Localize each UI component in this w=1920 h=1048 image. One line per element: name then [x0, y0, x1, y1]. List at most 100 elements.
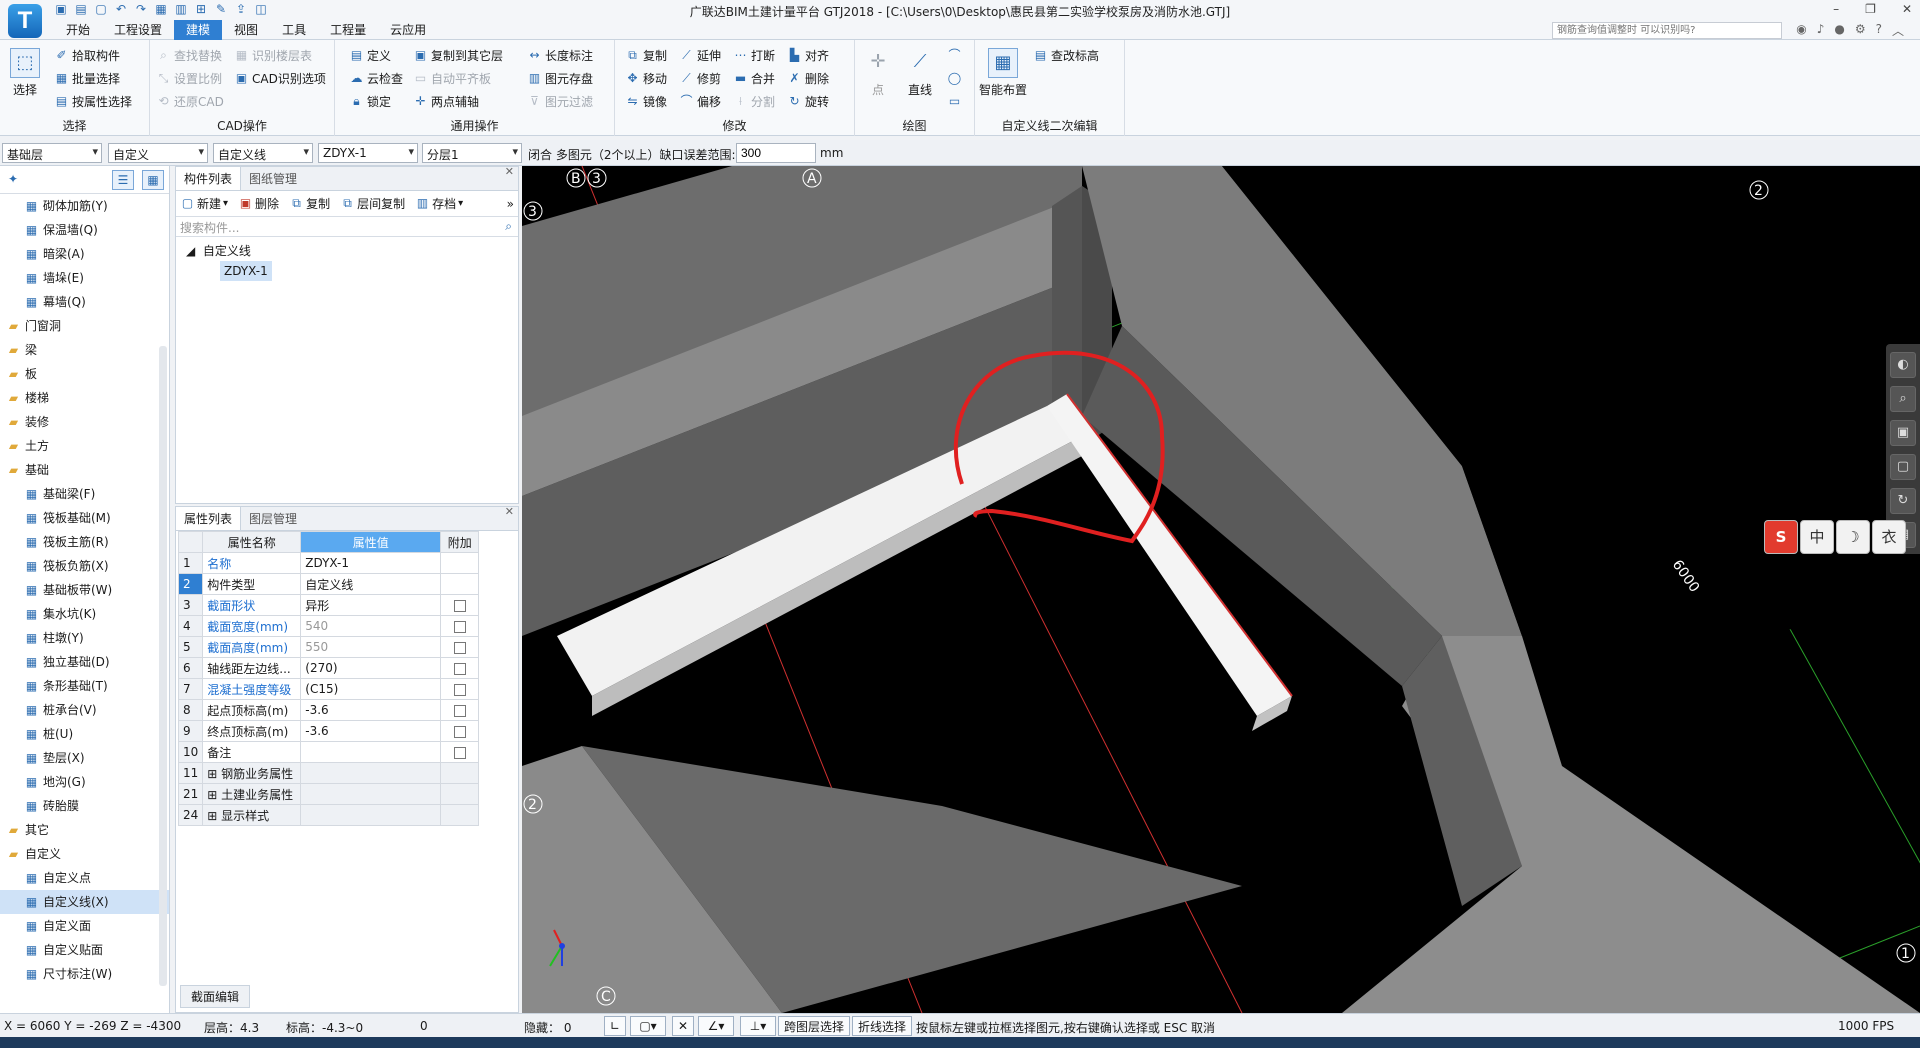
property-value[interactable]: [300, 762, 442, 784]
minimize-icon[interactable]: –: [1833, 2, 1839, 16]
ribbon-collapse-icon[interactable]: ︿: [1892, 22, 1904, 39]
tree-item[interactable]: ▦ 集水坑(K): [0, 602, 169, 626]
property-row[interactable]: 11 ⊞ 钢筋业务属性: [177, 762, 480, 784]
tree-item[interactable]: ▦ 条形基础(T): [0, 674, 169, 698]
offset-input-icon[interactable]: ⊥▾: [740, 1016, 776, 1036]
tab-tools[interactable]: 工具: [270, 20, 318, 40]
select-button[interactable]: ⬚ 选择: [10, 48, 40, 98]
property-row[interactable]: 3 截面形状 异形: [177, 594, 480, 616]
tree-item[interactable]: ▦ 柱墩(Y): [0, 626, 169, 650]
tree-category[interactable]: ▰ 楼梯: [0, 386, 169, 410]
tree-item[interactable]: ▦ 地沟(G): [0, 770, 169, 794]
section-edit-button[interactable]: 截面编辑: [180, 985, 251, 1008]
attach-cell[interactable]: [440, 657, 480, 679]
tree-scrollbar[interactable]: [159, 346, 167, 986]
property-row[interactable]: 21 ⊞ 土建业务属性: [177, 783, 480, 805]
tree-item[interactable]: ▦ 砖胎膜: [0, 794, 169, 818]
property-value[interactable]: -3.6: [300, 720, 442, 742]
copy-button[interactable]: ⧉ 复制: [625, 45, 667, 65]
tree-category[interactable]: ▰ 基础: [0, 458, 169, 482]
edit-elevation-button[interactable]: ▤ 查改标高: [1033, 45, 1099, 65]
attach-cell[interactable]: [440, 594, 480, 616]
batch-select-button[interactable]: ▦ 批量选择: [54, 68, 120, 88]
new-component-button[interactable]: ▢ 新建 ▾: [180, 195, 228, 212]
orbit-icon[interactable]: ◐: [1890, 352, 1916, 378]
tree-item[interactable]: ▦ 自定义贴面: [0, 938, 169, 962]
lock-button[interactable]: 🔒︎ 锁定: [349, 91, 391, 111]
property-value[interactable]: ZDYX-1: [300, 552, 442, 574]
snap-icon[interactable]: ▢▾: [630, 1016, 666, 1036]
pin-icon[interactable]: ✦: [8, 172, 18, 186]
tree-item[interactable]: ▦ 暗梁(A): [0, 242, 169, 266]
tree-item[interactable]: ▦ 自定义线(X): [0, 890, 169, 914]
tab-layer-management[interactable]: 图层管理: [241, 507, 305, 530]
property-row[interactable]: 7 混凝土强度等级 (C15): [177, 678, 480, 700]
moon-icon[interactable]: ☽: [1836, 520, 1870, 554]
close-icon[interactable]: ✕: [505, 165, 514, 178]
property-value[interactable]: 550: [300, 636, 442, 658]
circle-button[interactable]: ◯: [947, 68, 962, 88]
merge-button[interactable]: ▬ 合并: [733, 68, 775, 88]
attach-cell[interactable]: [440, 699, 480, 721]
property-row[interactable]: 6 轴线距左边线... (270): [177, 657, 480, 679]
attach-checkbox[interactable]: [453, 725, 466, 738]
restore-cad-button[interactable]: ⟲ 还原CAD: [156, 91, 223, 111]
archive-button[interactable]: ▥ 存档 ▾: [415, 195, 463, 212]
extend-button[interactable]: ⟋ 延伸: [679, 45, 721, 65]
length-dimension-button[interactable]: ↔ 长度标注: [527, 45, 593, 65]
tree-category[interactable]: ▰ 土方: [0, 434, 169, 458]
tree-category[interactable]: ▰ 梁: [0, 338, 169, 362]
attach-checkbox[interactable]: [453, 746, 466, 759]
property-row[interactable]: 10 备注: [177, 741, 480, 763]
tab-cloud[interactable]: 云应用: [378, 20, 438, 40]
grid-view-icon[interactable]: ▦: [142, 170, 164, 190]
define-button[interactable]: ▤ 定义: [349, 45, 391, 65]
box-icon[interactable]: ▢: [1890, 454, 1916, 480]
tree-category[interactable]: ▰ 板: [0, 362, 169, 386]
floor-select[interactable]: 基础层: [2, 143, 102, 163]
property-value[interactable]: 540: [300, 615, 442, 637]
find-replace-button[interactable]: ⌕ 查找替换: [156, 45, 222, 65]
tree-category[interactable]: ▰ 门窗洞: [0, 314, 169, 338]
settings-icon[interactable]: ⚙: [1855, 22, 1866, 39]
tab-project-settings[interactable]: 工程设置: [102, 20, 174, 40]
tree-item[interactable]: ▦ 基础板带(W): [0, 578, 169, 602]
attach-checkbox[interactable]: [453, 704, 466, 717]
expand-plus-icon[interactable]: ⊞: [207, 788, 221, 802]
ortho-icon[interactable]: ∟: [604, 1016, 626, 1036]
tree-item[interactable]: ▦ 桩承台(V): [0, 698, 169, 722]
restore-icon[interactable]: ❐: [1865, 2, 1876, 16]
property-row[interactable]: 4 截面宽度(mm) 540: [177, 615, 480, 637]
tree-item[interactable]: ▦ 尺寸标注(W): [0, 962, 169, 986]
tree-item[interactable]: ▦ 垫层(X): [0, 746, 169, 770]
more-icon[interactable]: »: [507, 197, 514, 211]
element-archive-button[interactable]: ▥ 图元存盘: [527, 68, 593, 88]
attach-cell[interactable]: [440, 720, 480, 742]
arc-button[interactable]: ⌒: [947, 45, 962, 65]
property-row[interactable]: 1 名称 ZDYX-1: [177, 552, 480, 574]
tree-item[interactable]: ▦ 幕墙(Q): [0, 290, 169, 314]
viewport-canvas[interactable]: B 3 A 2 3 2 C 1 6000: [522, 166, 1920, 1013]
tab-start[interactable]: 开始: [54, 20, 102, 40]
rotate-button[interactable]: ↻ 旋转: [787, 91, 829, 111]
attach-cell[interactable]: [440, 615, 480, 637]
attach-checkbox[interactable]: [453, 662, 466, 675]
attach-checkbox[interactable]: [453, 620, 466, 633]
component-zdyx-1[interactable]: ZDYX-1: [220, 261, 272, 281]
attach-checkbox[interactable]: [453, 599, 466, 612]
property-value[interactable]: (270): [300, 657, 442, 679]
close-icon[interactable]: ✕: [505, 505, 514, 518]
delete-component-button[interactable]: ▣ 删除: [238, 195, 279, 212]
help-search-input[interactable]: [1552, 22, 1782, 39]
property-row[interactable]: 5 截面高度(mm) 550: [177, 636, 480, 658]
expand-plus-icon[interactable]: ⊞: [207, 809, 221, 823]
attach-cell[interactable]: [440, 636, 480, 658]
split-button[interactable]: ⟊ 分割: [733, 91, 775, 111]
tree-item[interactable]: ▦ 砌体加筋(Y): [0, 194, 169, 218]
tree-item[interactable]: ▦ 基础梁(F): [0, 482, 169, 506]
tab-quantities[interactable]: 工程量: [318, 20, 378, 40]
layer-select[interactable]: 分层1: [422, 143, 522, 163]
cube-icon[interactable]: ▣: [1890, 420, 1916, 446]
property-value[interactable]: (C15): [300, 678, 442, 700]
3d-viewport[interactable]: B 3 A 2 3 2 C 1 6000 ◐ ⌕ ▣ ▢ ↻ ▤: [522, 166, 1920, 1013]
